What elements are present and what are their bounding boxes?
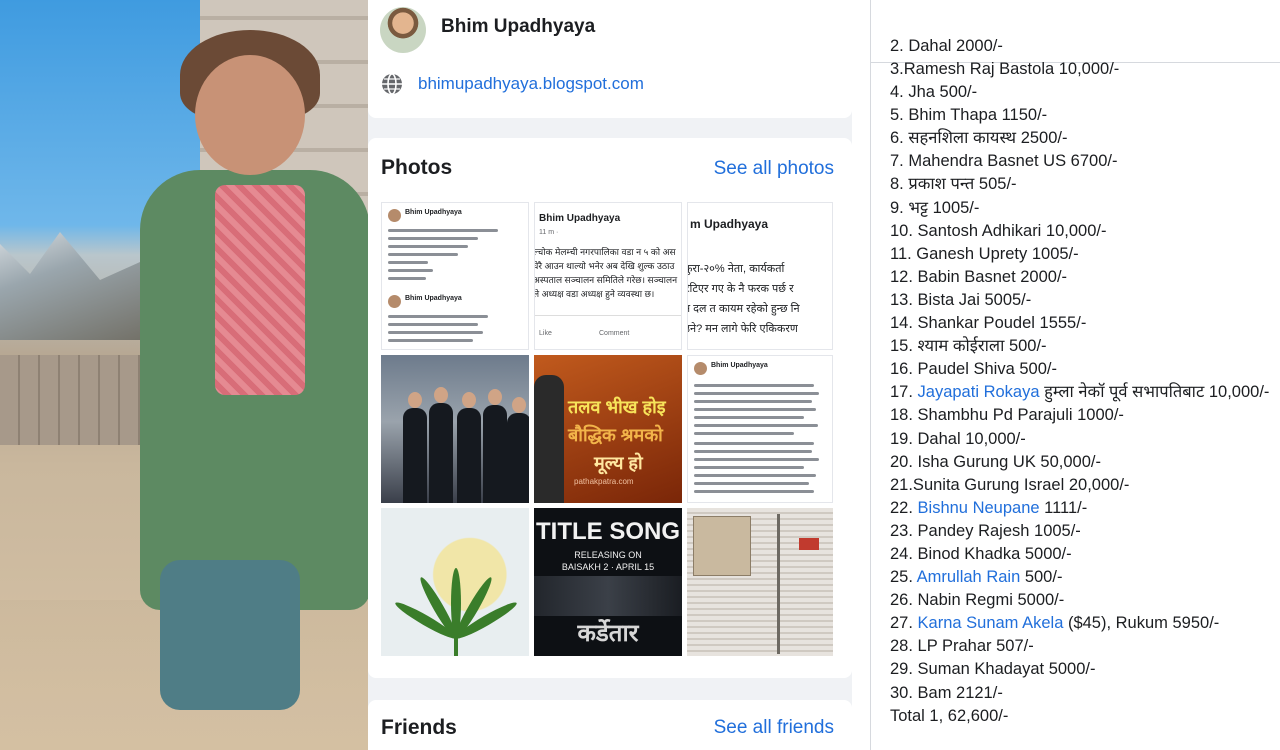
post-line: अस्पताल सञ्चालन समितिले गरेछ। सञ्चालन bbox=[534, 275, 678, 285]
film-name: कर्डेतार bbox=[577, 620, 639, 647]
film-title: TITLE SONG bbox=[536, 518, 680, 545]
list-item: 20. Isha Gurung UK 50,000/- bbox=[890, 452, 1101, 471]
post-author: Bhim Upadhyaya bbox=[539, 213, 621, 224]
list-item: 23. Pandey Rajesh 1005/- bbox=[890, 521, 1081, 540]
film-release: RELEASING ON bbox=[574, 550, 642, 560]
girl-face bbox=[195, 55, 305, 175]
avatar[interactable] bbox=[380, 7, 426, 53]
facebook-profile-sidebar: Bhim Upadhyaya bhimupadhyaya.blogspot.co… bbox=[368, 0, 852, 750]
list-item: 11. Ganesh Uprety 1005/- bbox=[890, 244, 1079, 263]
post-author: Bhim Upadhyaya bbox=[711, 362, 768, 369]
avatar bbox=[694, 362, 707, 375]
photo-thumb-post-screenshot-4[interactable]: Bhim Upadhyaya bbox=[687, 355, 833, 503]
list-total: Total 1, 62,600/- bbox=[890, 706, 1009, 725]
list-item: 3.Ramesh Raj Bastola 10,000/- bbox=[890, 60, 1120, 78]
list-item: 12. Babin Basnet 2000/- bbox=[890, 267, 1068, 286]
dress-embroidery bbox=[215, 185, 305, 395]
list-item: 5. Bhim Thapa 1150/- bbox=[890, 106, 1048, 125]
photo-thumb-quote-graphic[interactable]: तलव भीख होइ बौद्धिक श्रमको मूल्य हो path… bbox=[534, 355, 682, 503]
see-all-friends-link[interactable]: See all friends bbox=[714, 717, 834, 739]
post-line: टेटिएर गए के नै फरक पर्छ र bbox=[687, 283, 794, 295]
photo-thumb-film-poster[interactable]: TITLE SONG RELEASING ON BAISAKH 2 · APRI… bbox=[534, 508, 682, 656]
photo-thumb-cannabis-leaf[interactable] bbox=[381, 508, 529, 656]
quote-line: बौद्धिक श्रमको bbox=[568, 425, 663, 445]
see-all-photos-link[interactable]: See all photos bbox=[714, 158, 834, 180]
avatar bbox=[388, 209, 401, 222]
avatar bbox=[388, 295, 401, 308]
list-item: 21.Sunita Gurung Israel 20,000/- bbox=[890, 475, 1130, 494]
list-item: 9. भट्ट 1005/- bbox=[890, 198, 980, 217]
comment-label: Comment bbox=[599, 330, 630, 337]
list-item-number: 22. bbox=[890, 498, 918, 517]
globe-icon bbox=[382, 73, 402, 95]
like-label: Like bbox=[539, 330, 552, 337]
list-item: 25. Amrullah Rain 500/- bbox=[890, 566, 1269, 589]
post-line: घेरै आउन थाल्यो भनेर अब देखि शुल्क उठाउ bbox=[534, 261, 675, 271]
donor-list-panel: 2. Dahal 2000/- 3.Ramesh Raj Bastola 10,… bbox=[852, 0, 1280, 750]
photo-thumb-post-screenshot-1[interactable]: Bhim Upadhyaya Bhim Upadhyaya bbox=[381, 202, 529, 350]
website-link[interactable]: bhimupadhyaya.blogspot.com bbox=[418, 74, 644, 94]
list-item: 28. LP Prahar 507/- bbox=[890, 637, 1034, 656]
friends-card: Friends See all friends bbox=[368, 700, 852, 750]
list-item: 6. सहनशिला कायस्थ 2500/- bbox=[890, 129, 1068, 148]
friends-title: Friends bbox=[381, 716, 457, 739]
list-item: 16. Paudel Shiva 500/- bbox=[890, 360, 1057, 379]
list-item: 30. Bam 2121/- bbox=[890, 683, 1003, 702]
list-item: 2. Dahal 2000/- bbox=[890, 37, 1003, 55]
post-time: 11 m · bbox=[539, 229, 559, 236]
list-item: 22. Bishnu Neupane 1111/- bbox=[890, 497, 1269, 520]
profile-name[interactable]: Bhim Upadhyaya bbox=[441, 16, 595, 38]
post-line: ल्चोक मेलम्ची नगरपालिका वडा न ५ को अस bbox=[534, 247, 676, 257]
list-item-number: 17. bbox=[890, 383, 918, 402]
list-item: 15. श्याम कोईराला 500/- bbox=[890, 337, 1047, 356]
photo-thumb-post-screenshot-2[interactable]: Bhim Upadhyaya 11 m · ल्चोक मेलम्ची नगरप… bbox=[534, 202, 682, 350]
post-line: कुरा-२०% नेता, कार्यकर्ता bbox=[687, 263, 785, 275]
list-item-rest: 500/- bbox=[1020, 568, 1063, 587]
post-author: Bhim Upadhyaya bbox=[405, 209, 462, 216]
list-item-rest: ($45), Rukum 5950/- bbox=[1063, 614, 1220, 633]
list-item: 19. Dahal 10,000/- bbox=[890, 429, 1026, 448]
post-line: उने? मन लागे फेरि एकिकरण bbox=[687, 323, 798, 335]
list-item-rest: 1111/- bbox=[1039, 498, 1088, 517]
list-item: 10. Santosh Adhikari 10,000/- bbox=[890, 221, 1107, 240]
list-item: 14. Shankar Poudel 1555/- bbox=[890, 314, 1087, 333]
photos-title: Photos bbox=[381, 156, 453, 179]
profile-intro-card: Bhim Upadhyaya bhimupadhyaya.blogspot.co… bbox=[368, 0, 852, 118]
photo-thumb-post-screenshot-3[interactable]: m Upadhyaya कुरा-२०% नेता, कार्यकर्ता टे… bbox=[687, 202, 833, 350]
list-item: 17. Jayapati Rokaya हुम्ला नेकॉ पूर्व सभ… bbox=[890, 381, 1269, 404]
profile-link-karna-sunam-akela[interactable]: Karna Sunam Akela bbox=[918, 614, 1064, 632]
list-item: 8. प्रकाश पन्त 505/- bbox=[890, 175, 1017, 194]
list-item: 27. Karna Sunam Akela ($45), Rukum 5950/… bbox=[890, 612, 1269, 635]
donor-list: 2. Dahal 2000/- 3.Ramesh Raj Bastola 10,… bbox=[890, 37, 1269, 728]
girl-legs bbox=[160, 560, 300, 710]
list-item-rest: हुम्ला नेकॉ पूर्व सभापतिबाट 10,000/- bbox=[1039, 383, 1270, 402]
photo-thumb-newspaper-clipping[interactable] bbox=[687, 508, 833, 656]
quote-line: तलव भीख होइ bbox=[568, 397, 666, 417]
post-author: m Upadhyaya bbox=[690, 217, 769, 231]
watermark: pathakpatra.com bbox=[574, 477, 634, 486]
post-line: ले अध्यक्ष वडा अध्यक्ष हुने व्यवस्था छ। bbox=[534, 289, 655, 299]
list-item: 24. Binod Khadka 5000/- bbox=[890, 544, 1072, 563]
list-item: 29. Suman Khadayat 5000/- bbox=[890, 660, 1096, 679]
photo-thumb-group-photo[interactable] bbox=[381, 355, 529, 503]
profile-link-amrullah-rain[interactable]: Amrullah Rain bbox=[917, 568, 1021, 586]
post-author: Bhim Upadhyaya bbox=[405, 295, 462, 302]
list-item: 26. Nabin Regmi 5000/- bbox=[890, 591, 1065, 610]
girl-photo bbox=[0, 0, 368, 750]
film-date: BAISAKH 2 · APRIL 15 bbox=[561, 562, 655, 572]
list-item: 18. Shambhu Pd Parajuli 1000/- bbox=[890, 406, 1124, 425]
quote-line: मूल्य हो bbox=[594, 453, 643, 473]
profile-link-jayapati-rokaya[interactable]: Jayapati Rokaya bbox=[918, 383, 1040, 401]
profile-link-bishnu-neupane[interactable]: Bishnu Neupane bbox=[918, 499, 1040, 517]
photos-card: Photos See all photos Bhim Upadhyaya Bhi… bbox=[368, 138, 852, 678]
list-item-number: 27. bbox=[890, 614, 918, 633]
post-line: न दल त कायम रहेको हुन्छ नि bbox=[687, 303, 800, 315]
list-item: 4. Jha 500/- bbox=[890, 83, 978, 102]
list-item: 7. Mahendra Basnet US 6700/- bbox=[890, 152, 1118, 171]
list-item-number: 25. bbox=[890, 568, 917, 587]
list-item: 13. Bista Jai 5005/- bbox=[890, 290, 1032, 309]
